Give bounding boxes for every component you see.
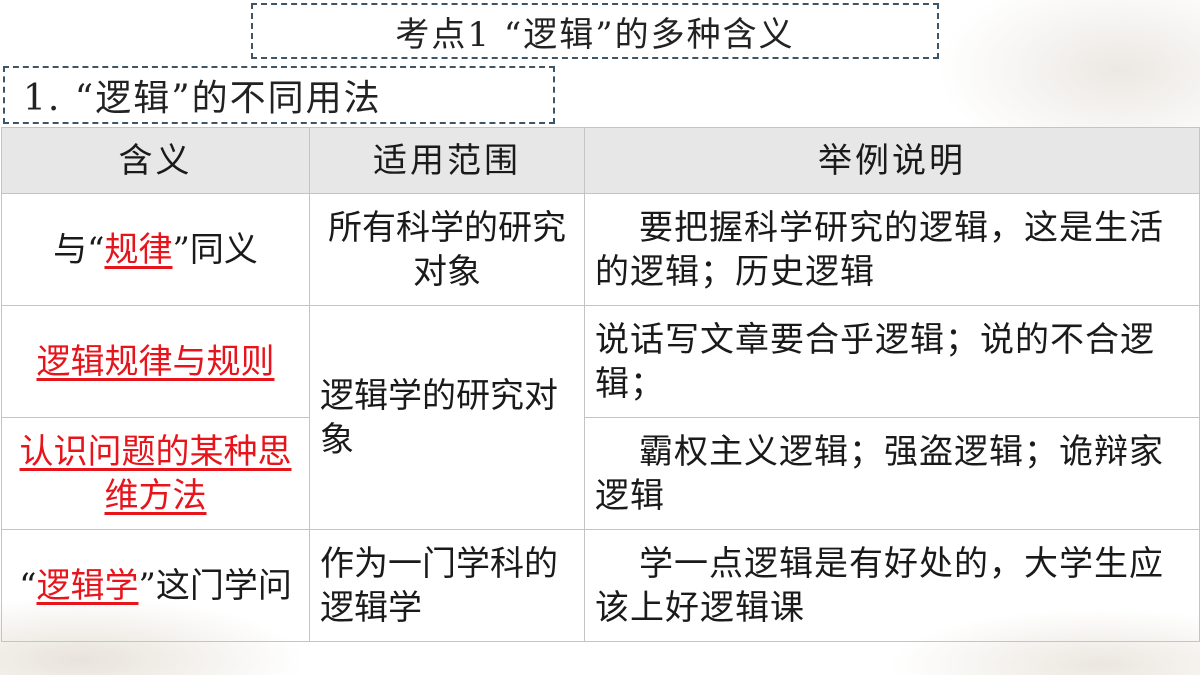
- meaning-cell: 逻辑规律与规则: [1, 305, 310, 418]
- meaning-suffix: ”这门学问: [138, 565, 292, 606]
- example-cell: 霸权主义逻辑；强盗逻辑；诡辩家逻辑: [584, 417, 1200, 530]
- meaning-keyword: 认识问题的某种思维方法: [19, 431, 292, 516]
- example-cell: 说话写文章要合乎逻辑；说的不合逻辑；: [584, 305, 1200, 418]
- table-row: 认识问题的某种思维方法 霸权主义逻辑；强盗逻辑；诡辩家逻辑: [1, 417, 1200, 530]
- meaning-cell: 认识问题的某种思维方法: [1, 417, 310, 530]
- meaning-suffix: ”同义: [172, 229, 258, 270]
- table-header-row: 含义 适用范围 举例说明: [1, 127, 1200, 194]
- meaning-keyword: 逻辑学: [36, 565, 139, 606]
- scope-text: 逻辑学的研究对象: [320, 375, 558, 460]
- page-title-text: 考点1 “逻辑”的多种含义: [395, 14, 795, 55]
- example-text: 要把握科学研究的逻辑，这是生活的逻辑；历史逻辑: [595, 207, 1164, 292]
- header-scope: 适用范围: [309, 127, 585, 194]
- meaning-cell: “逻辑学”这门学问: [1, 529, 310, 642]
- scope-cell: 所有科学的研究对象: [309, 193, 585, 306]
- meaning-keyword: 逻辑规律与规则: [36, 341, 275, 382]
- meaning-prefix: “: [19, 565, 37, 606]
- example-cell: 要把握科学研究的逻辑，这是生活的逻辑；历史逻辑: [584, 193, 1200, 306]
- example-text: 霸权主义逻辑；强盗逻辑；诡辩家逻辑: [595, 431, 1164, 516]
- scope-text: 作为一门学科的逻辑学: [320, 543, 558, 628]
- meaning-table: 含义 适用范围 举例说明 与“规律”同义 所有科学的研究对象 要把握科学研究的逻…: [1, 127, 1200, 642]
- meaning-prefix: 与“: [53, 229, 105, 270]
- table-row: “逻辑学”这门学问 作为一门学科的逻辑学 学一点逻辑是有好处的，大学生应该上好逻…: [1, 529, 1200, 642]
- header-meaning: 含义: [1, 127, 310, 194]
- example-text: 说话写文章要合乎逻辑；说的不合逻辑；: [595, 319, 1155, 404]
- table-row: 与“规律”同义 所有科学的研究对象 要把握科学研究的逻辑，这是生活的逻辑；历史逻…: [1, 193, 1200, 306]
- example-cell: 学一点逻辑是有好处的，大学生应该上好逻辑课: [584, 529, 1200, 642]
- header-example: 举例说明: [584, 127, 1200, 194]
- meaning-keyword: 规律: [104, 229, 173, 270]
- section-heading-text: 1. “逻辑”的不同用法: [23, 78, 382, 119]
- scope-cell: 作为一门学科的逻辑学: [309, 529, 585, 642]
- scope-cell: 逻辑学的研究对象: [309, 305, 585, 530]
- scope-text: 所有科学的研究对象: [328, 207, 566, 292]
- page-title: 考点1 “逻辑”的多种含义: [251, 3, 939, 59]
- section-heading: 1. “逻辑”的不同用法: [3, 66, 555, 124]
- meaning-cell: 与“规律”同义: [1, 193, 310, 306]
- table-row: 逻辑规律与规则 逻辑学的研究对象 说话写文章要合乎逻辑；说的不合逻辑；: [1, 305, 1200, 530]
- example-text: 学一点逻辑是有好处的，大学生应该上好逻辑课: [595, 543, 1164, 628]
